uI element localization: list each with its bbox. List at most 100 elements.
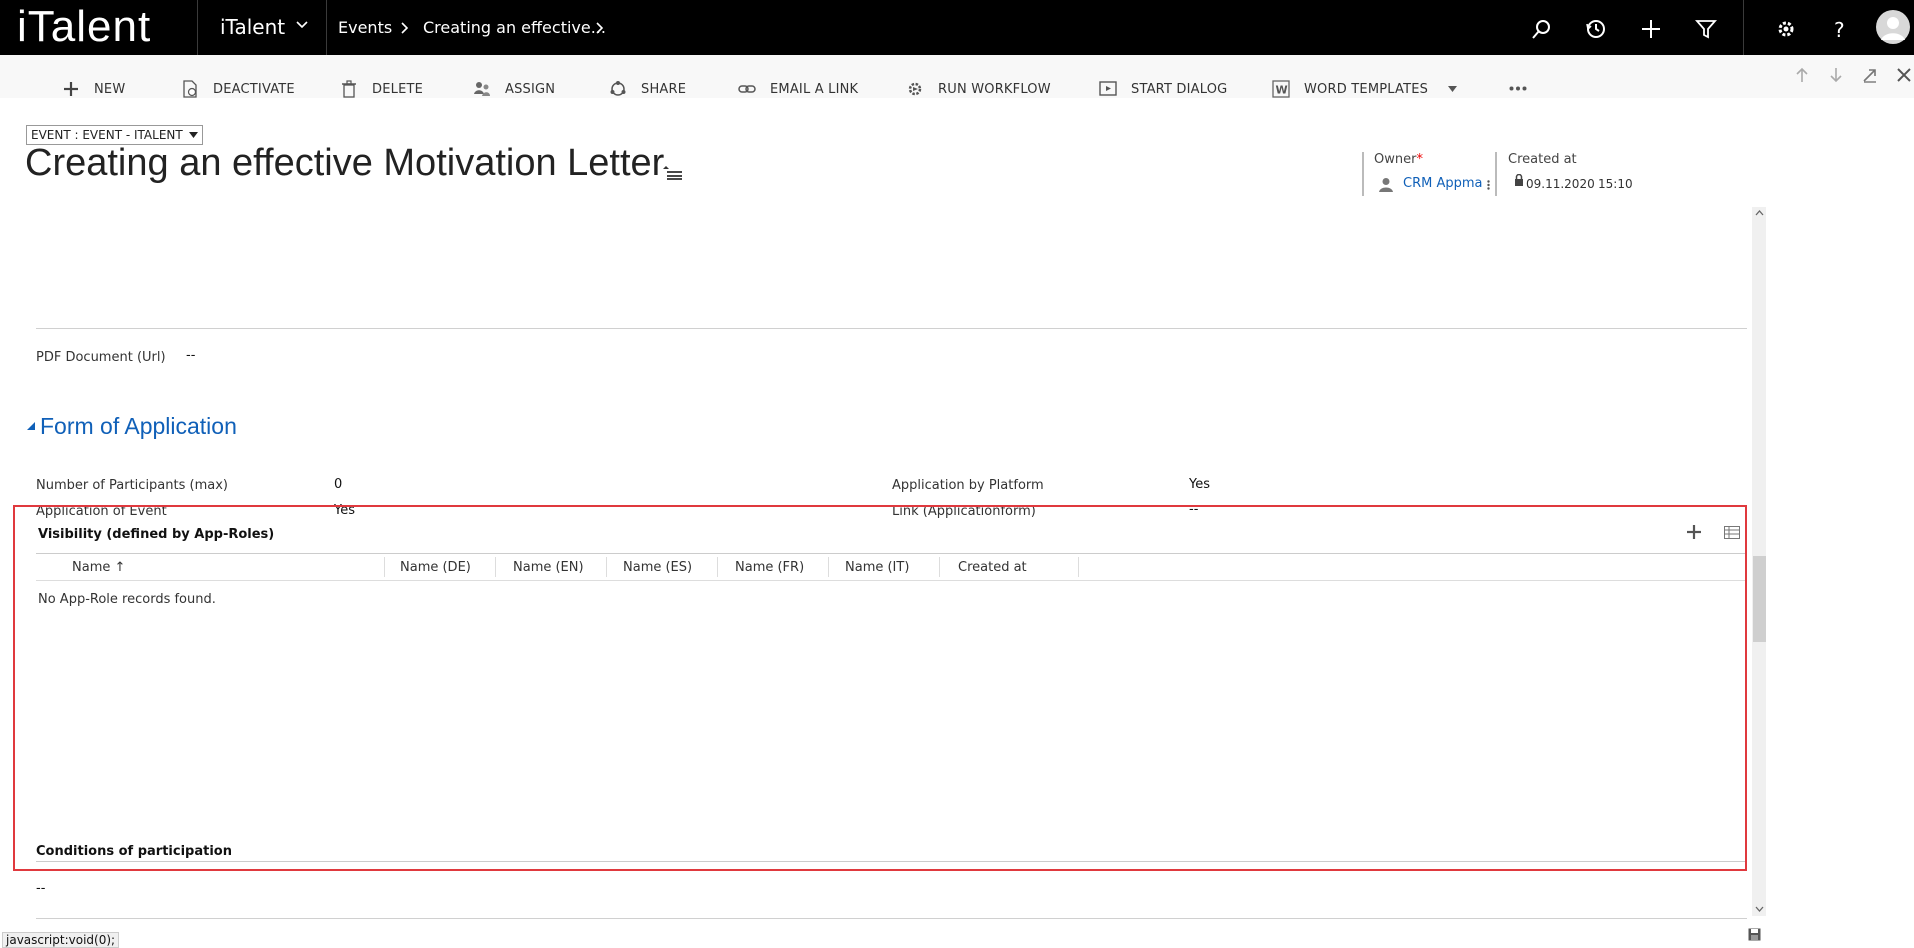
history-icon[interactable] xyxy=(1585,18,1607,40)
add-record-icon[interactable] xyxy=(1687,525,1701,539)
close-icon[interactable] xyxy=(1895,66,1913,84)
empty-grid-message: No App-Role records found. xyxy=(38,592,216,607)
assign-icon xyxy=(474,82,490,96)
chevron-right-icon xyxy=(401,22,409,34)
chevron-down-icon[interactable] xyxy=(296,21,308,29)
column-separator xyxy=(495,557,496,577)
top-navigation-bar: iTalent iTalent Events Creating an effec… xyxy=(0,0,1914,55)
pdf-document-label: PDF Document (Url) xyxy=(36,350,166,365)
app-name[interactable]: iTalent xyxy=(220,15,285,39)
owner-link[interactable]: CRM Appma xyxy=(1403,176,1483,191)
save-icon[interactable] xyxy=(1748,928,1761,941)
gear-icon[interactable] xyxy=(1775,18,1797,40)
divider xyxy=(36,861,1745,862)
column-separator xyxy=(828,557,829,577)
nav-separator xyxy=(326,0,327,55)
nav-separator xyxy=(197,0,198,55)
command-label: RUN WORKFLOW xyxy=(938,81,1051,97)
popout-icon[interactable] xyxy=(1861,66,1879,84)
subgrid-title: Visibility (defined by App-Roles) xyxy=(38,527,275,542)
help-icon[interactable]: ? xyxy=(1829,18,1851,40)
more-commands-icon[interactable] xyxy=(1509,86,1527,91)
column-header-name-it[interactable]: Name (IT) xyxy=(845,560,909,575)
column-separator xyxy=(717,557,718,577)
share-icon xyxy=(610,81,626,96)
dialog-icon xyxy=(1099,81,1117,96)
header-separator xyxy=(1495,152,1497,196)
run-workflow-button[interactable]: RUN WORKFLOW xyxy=(906,68,1051,110)
column-header-created-at[interactable]: Created at xyxy=(958,560,1027,575)
form-selector-label: EVENT : EVENT - ITALENT xyxy=(31,128,183,142)
italent-logo[interactable]: iTalent xyxy=(17,2,151,52)
word-templates-button[interactable]: W WORD TEMPLATES xyxy=(1272,68,1458,110)
owner-label: Owner* xyxy=(1374,152,1423,167)
header-separator xyxy=(1362,152,1364,196)
email-link-button[interactable]: EMAIL A LINK xyxy=(738,68,858,110)
sort-ascending-icon: ↑ xyxy=(114,560,126,575)
delete-button[interactable]: DELETE xyxy=(340,68,423,110)
link-icon xyxy=(738,85,756,93)
conditions-value[interactable]: -- xyxy=(36,881,45,896)
search-icon[interactable] xyxy=(1531,18,1553,40)
command-label: WORD TEMPLATES xyxy=(1304,81,1429,97)
start-dialog-button[interactable]: START DIALOG xyxy=(1099,68,1227,110)
column-separator xyxy=(606,557,607,577)
grid-header-top-border xyxy=(36,553,1745,554)
deactivate-icon xyxy=(183,80,197,98)
column-header-name-fr[interactable]: Name (FR) xyxy=(735,560,804,575)
chevron-right-icon[interactable] xyxy=(596,22,604,34)
previous-record-icon[interactable] xyxy=(1793,66,1811,84)
status-bar xyxy=(0,930,1914,947)
share-button[interactable]: SHARE xyxy=(609,68,686,110)
command-label: EMAIL A LINK xyxy=(770,81,859,97)
app-platform-value[interactable]: Yes xyxy=(1189,477,1210,492)
participants-label: Number of Participants (max) xyxy=(36,478,228,493)
command-label: START DIALOG xyxy=(1131,81,1228,97)
lock-icon xyxy=(1515,174,1523,186)
plus-icon xyxy=(64,82,78,96)
filter-icon[interactable] xyxy=(1695,18,1717,40)
conditions-title: Conditions of participation xyxy=(36,844,232,859)
divider xyxy=(36,328,1747,329)
new-button[interactable]: NEW xyxy=(62,68,125,110)
created-time: 15:10 xyxy=(1598,177,1633,191)
column-separator xyxy=(384,557,385,577)
divider xyxy=(36,918,1747,919)
title-menu-icon[interactable] xyxy=(663,166,683,180)
grid-view-icon[interactable] xyxy=(1724,526,1740,539)
trash-icon xyxy=(342,80,356,98)
command-label: DEACTIVATE xyxy=(213,81,295,97)
record-title: Creating an effective Motivation Letter xyxy=(25,142,665,184)
column-header-name-de[interactable]: Name (DE) xyxy=(400,560,471,575)
section-title-form-of-application: Form of Application xyxy=(40,413,237,439)
svg-text:W: W xyxy=(1276,84,1288,97)
scroll-up-icon[interactable] xyxy=(1755,210,1764,216)
grid-header-bottom-border xyxy=(36,580,1745,581)
command-label: SHARE xyxy=(641,81,687,97)
pdf-document-value[interactable]: -- xyxy=(186,348,195,363)
caret-down-icon xyxy=(1448,86,1458,92)
column-header-name[interactable]: Name ↑ xyxy=(72,560,125,575)
word-icon: W xyxy=(1272,80,1290,98)
svg-text:?: ? xyxy=(1834,18,1845,40)
command-label: DELETE xyxy=(372,81,424,97)
breadcrumb-events[interactable]: Events xyxy=(338,18,392,37)
more-icon[interactable] xyxy=(1487,180,1490,190)
assign-button[interactable]: ASSIGN xyxy=(473,68,555,110)
collapse-section-icon[interactable] xyxy=(27,422,35,430)
command-label: NEW xyxy=(94,81,126,97)
user-avatar-icon[interactable] xyxy=(1876,10,1910,44)
scroll-down-icon[interactable] xyxy=(1755,906,1764,912)
command-label: ASSIGN xyxy=(505,81,556,97)
scrollbar-thumb[interactable] xyxy=(1753,556,1766,642)
deactivate-button[interactable]: DEACTIVATE xyxy=(181,68,295,110)
workflow-icon xyxy=(908,82,922,96)
required-marker: * xyxy=(1416,152,1423,167)
next-record-icon[interactable] xyxy=(1827,66,1845,84)
participants-value[interactable]: 0 xyxy=(334,477,342,492)
plus-icon[interactable] xyxy=(1640,18,1662,40)
column-header-name-es[interactable]: Name (ES) xyxy=(623,560,692,575)
breadcrumb-record[interactable]: Creating an effective... xyxy=(423,18,606,37)
nav-separator xyxy=(1743,0,1744,55)
column-header-name-en[interactable]: Name (EN) xyxy=(513,560,584,575)
